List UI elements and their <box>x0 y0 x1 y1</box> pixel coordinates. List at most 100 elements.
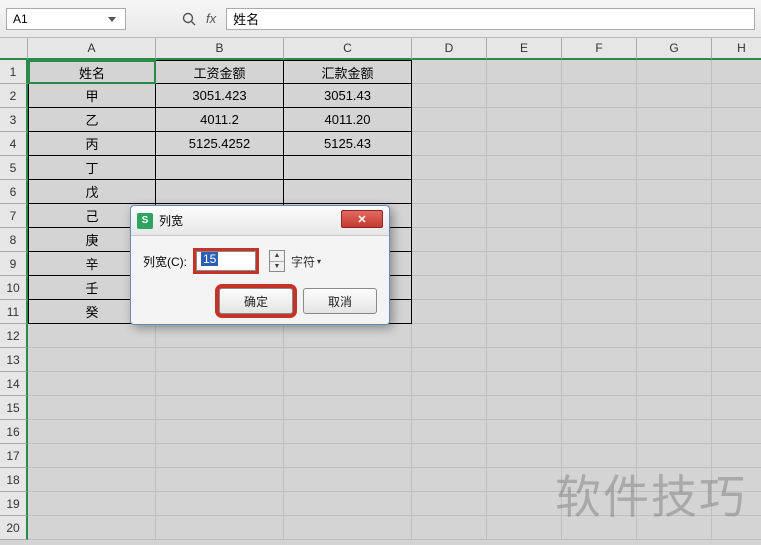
cell-B17[interactable] <box>156 444 284 468</box>
cell-F15[interactable] <box>562 396 637 420</box>
cell-C3[interactable]: 4011.20 <box>284 108 412 132</box>
cell-G15[interactable] <box>637 396 712 420</box>
unit-dropdown[interactable]: 字符 ▾ <box>291 253 321 270</box>
cell-G13[interactable] <box>637 348 712 372</box>
column-header-H[interactable]: H <box>712 38 761 60</box>
cell-B3[interactable]: 4011.2 <box>156 108 284 132</box>
cell-H4[interactable] <box>712 132 761 156</box>
cell-D5[interactable] <box>412 156 487 180</box>
cell-D15[interactable] <box>412 396 487 420</box>
cell-B20[interactable] <box>156 516 284 540</box>
cell-D12[interactable] <box>412 324 487 348</box>
cell-H20[interactable] <box>712 516 761 540</box>
cell-C19[interactable] <box>284 492 412 516</box>
cell-B18[interactable] <box>156 468 284 492</box>
cell-H5[interactable] <box>712 156 761 180</box>
name-box[interactable]: A1 <box>6 8 126 30</box>
cell-H9[interactable] <box>712 252 761 276</box>
cell-G16[interactable] <box>637 420 712 444</box>
cell-D18[interactable] <box>412 468 487 492</box>
cell-H16[interactable] <box>712 420 761 444</box>
cell-G3[interactable] <box>637 108 712 132</box>
cell-B12[interactable] <box>156 324 284 348</box>
cell-F12[interactable] <box>562 324 637 348</box>
cell-G17[interactable] <box>637 444 712 468</box>
cell-E10[interactable] <box>487 276 562 300</box>
cell-F9[interactable] <box>562 252 637 276</box>
cell-C2[interactable]: 3051.43 <box>284 84 412 108</box>
cell-F6[interactable] <box>562 180 637 204</box>
cell-D2[interactable] <box>412 84 487 108</box>
row-header-18[interactable]: 18 <box>0 468 28 492</box>
cell-G5[interactable] <box>637 156 712 180</box>
cell-E3[interactable] <box>487 108 562 132</box>
cell-F1[interactable] <box>562 60 637 84</box>
ok-button[interactable]: 确定 <box>219 288 293 314</box>
spinner-up-icon[interactable]: ▲ <box>270 251 284 262</box>
row-header-20[interactable]: 20 <box>0 516 28 540</box>
cell-E15[interactable] <box>487 396 562 420</box>
cell-F3[interactable] <box>562 108 637 132</box>
row-header-17[interactable]: 17 <box>0 444 28 468</box>
column-header-G[interactable]: G <box>637 38 712 60</box>
cell-C1[interactable]: 汇款金额 <box>284 60 412 84</box>
cell-D6[interactable] <box>412 180 487 204</box>
cell-B2[interactable]: 3051.423 <box>156 84 284 108</box>
cell-F13[interactable] <box>562 348 637 372</box>
cell-E8[interactable] <box>487 228 562 252</box>
cell-C18[interactable] <box>284 468 412 492</box>
cell-E4[interactable] <box>487 132 562 156</box>
cell-B6[interactable] <box>156 180 284 204</box>
cell-A19[interactable] <box>28 492 156 516</box>
cell-E9[interactable] <box>487 252 562 276</box>
cell-E12[interactable] <box>487 324 562 348</box>
cell-D10[interactable] <box>412 276 487 300</box>
cell-H7[interactable] <box>712 204 761 228</box>
cell-D7[interactable] <box>412 204 487 228</box>
cell-B13[interactable] <box>156 348 284 372</box>
column-header-A[interactable]: A <box>28 38 156 60</box>
row-header-1[interactable]: 1 <box>0 60 28 84</box>
cell-F2[interactable] <box>562 84 637 108</box>
cell-H17[interactable] <box>712 444 761 468</box>
fx-icon[interactable]: fx <box>206 11 216 26</box>
cell-G14[interactable] <box>637 372 712 396</box>
cell-A2[interactable]: 甲 <box>28 84 156 108</box>
cell-A14[interactable] <box>28 372 156 396</box>
cell-B19[interactable] <box>156 492 284 516</box>
cell-D20[interactable] <box>412 516 487 540</box>
row-header-5[interactable]: 5 <box>0 156 28 180</box>
select-all-corner[interactable] <box>0 38 28 60</box>
column-header-E[interactable]: E <box>487 38 562 60</box>
cell-F14[interactable] <box>562 372 637 396</box>
cell-E13[interactable] <box>487 348 562 372</box>
cell-D3[interactable] <box>412 108 487 132</box>
cell-F11[interactable] <box>562 300 637 324</box>
cell-D17[interactable] <box>412 444 487 468</box>
cell-G8[interactable] <box>637 228 712 252</box>
cell-E19[interactable] <box>487 492 562 516</box>
cell-H12[interactable] <box>712 324 761 348</box>
cell-D13[interactable] <box>412 348 487 372</box>
cell-C20[interactable] <box>284 516 412 540</box>
cell-D9[interactable] <box>412 252 487 276</box>
cell-G7[interactable] <box>637 204 712 228</box>
cell-F4[interactable] <box>562 132 637 156</box>
cell-G12[interactable] <box>637 324 712 348</box>
row-header-14[interactable]: 14 <box>0 372 28 396</box>
cell-C15[interactable] <box>284 396 412 420</box>
row-header-10[interactable]: 10 <box>0 276 28 300</box>
zoom-icon[interactable] <box>178 8 200 30</box>
column-header-D[interactable]: D <box>412 38 487 60</box>
row-header-4[interactable]: 4 <box>0 132 28 156</box>
cell-G6[interactable] <box>637 180 712 204</box>
cell-H15[interactable] <box>712 396 761 420</box>
cell-F19[interactable] <box>562 492 637 516</box>
cell-H18[interactable] <box>712 468 761 492</box>
cell-H2[interactable] <box>712 84 761 108</box>
cell-H8[interactable] <box>712 228 761 252</box>
width-spinner[interactable]: ▲ ▼ <box>269 250 285 272</box>
cell-A12[interactable] <box>28 324 156 348</box>
cell-G4[interactable] <box>637 132 712 156</box>
cell-B16[interactable] <box>156 420 284 444</box>
